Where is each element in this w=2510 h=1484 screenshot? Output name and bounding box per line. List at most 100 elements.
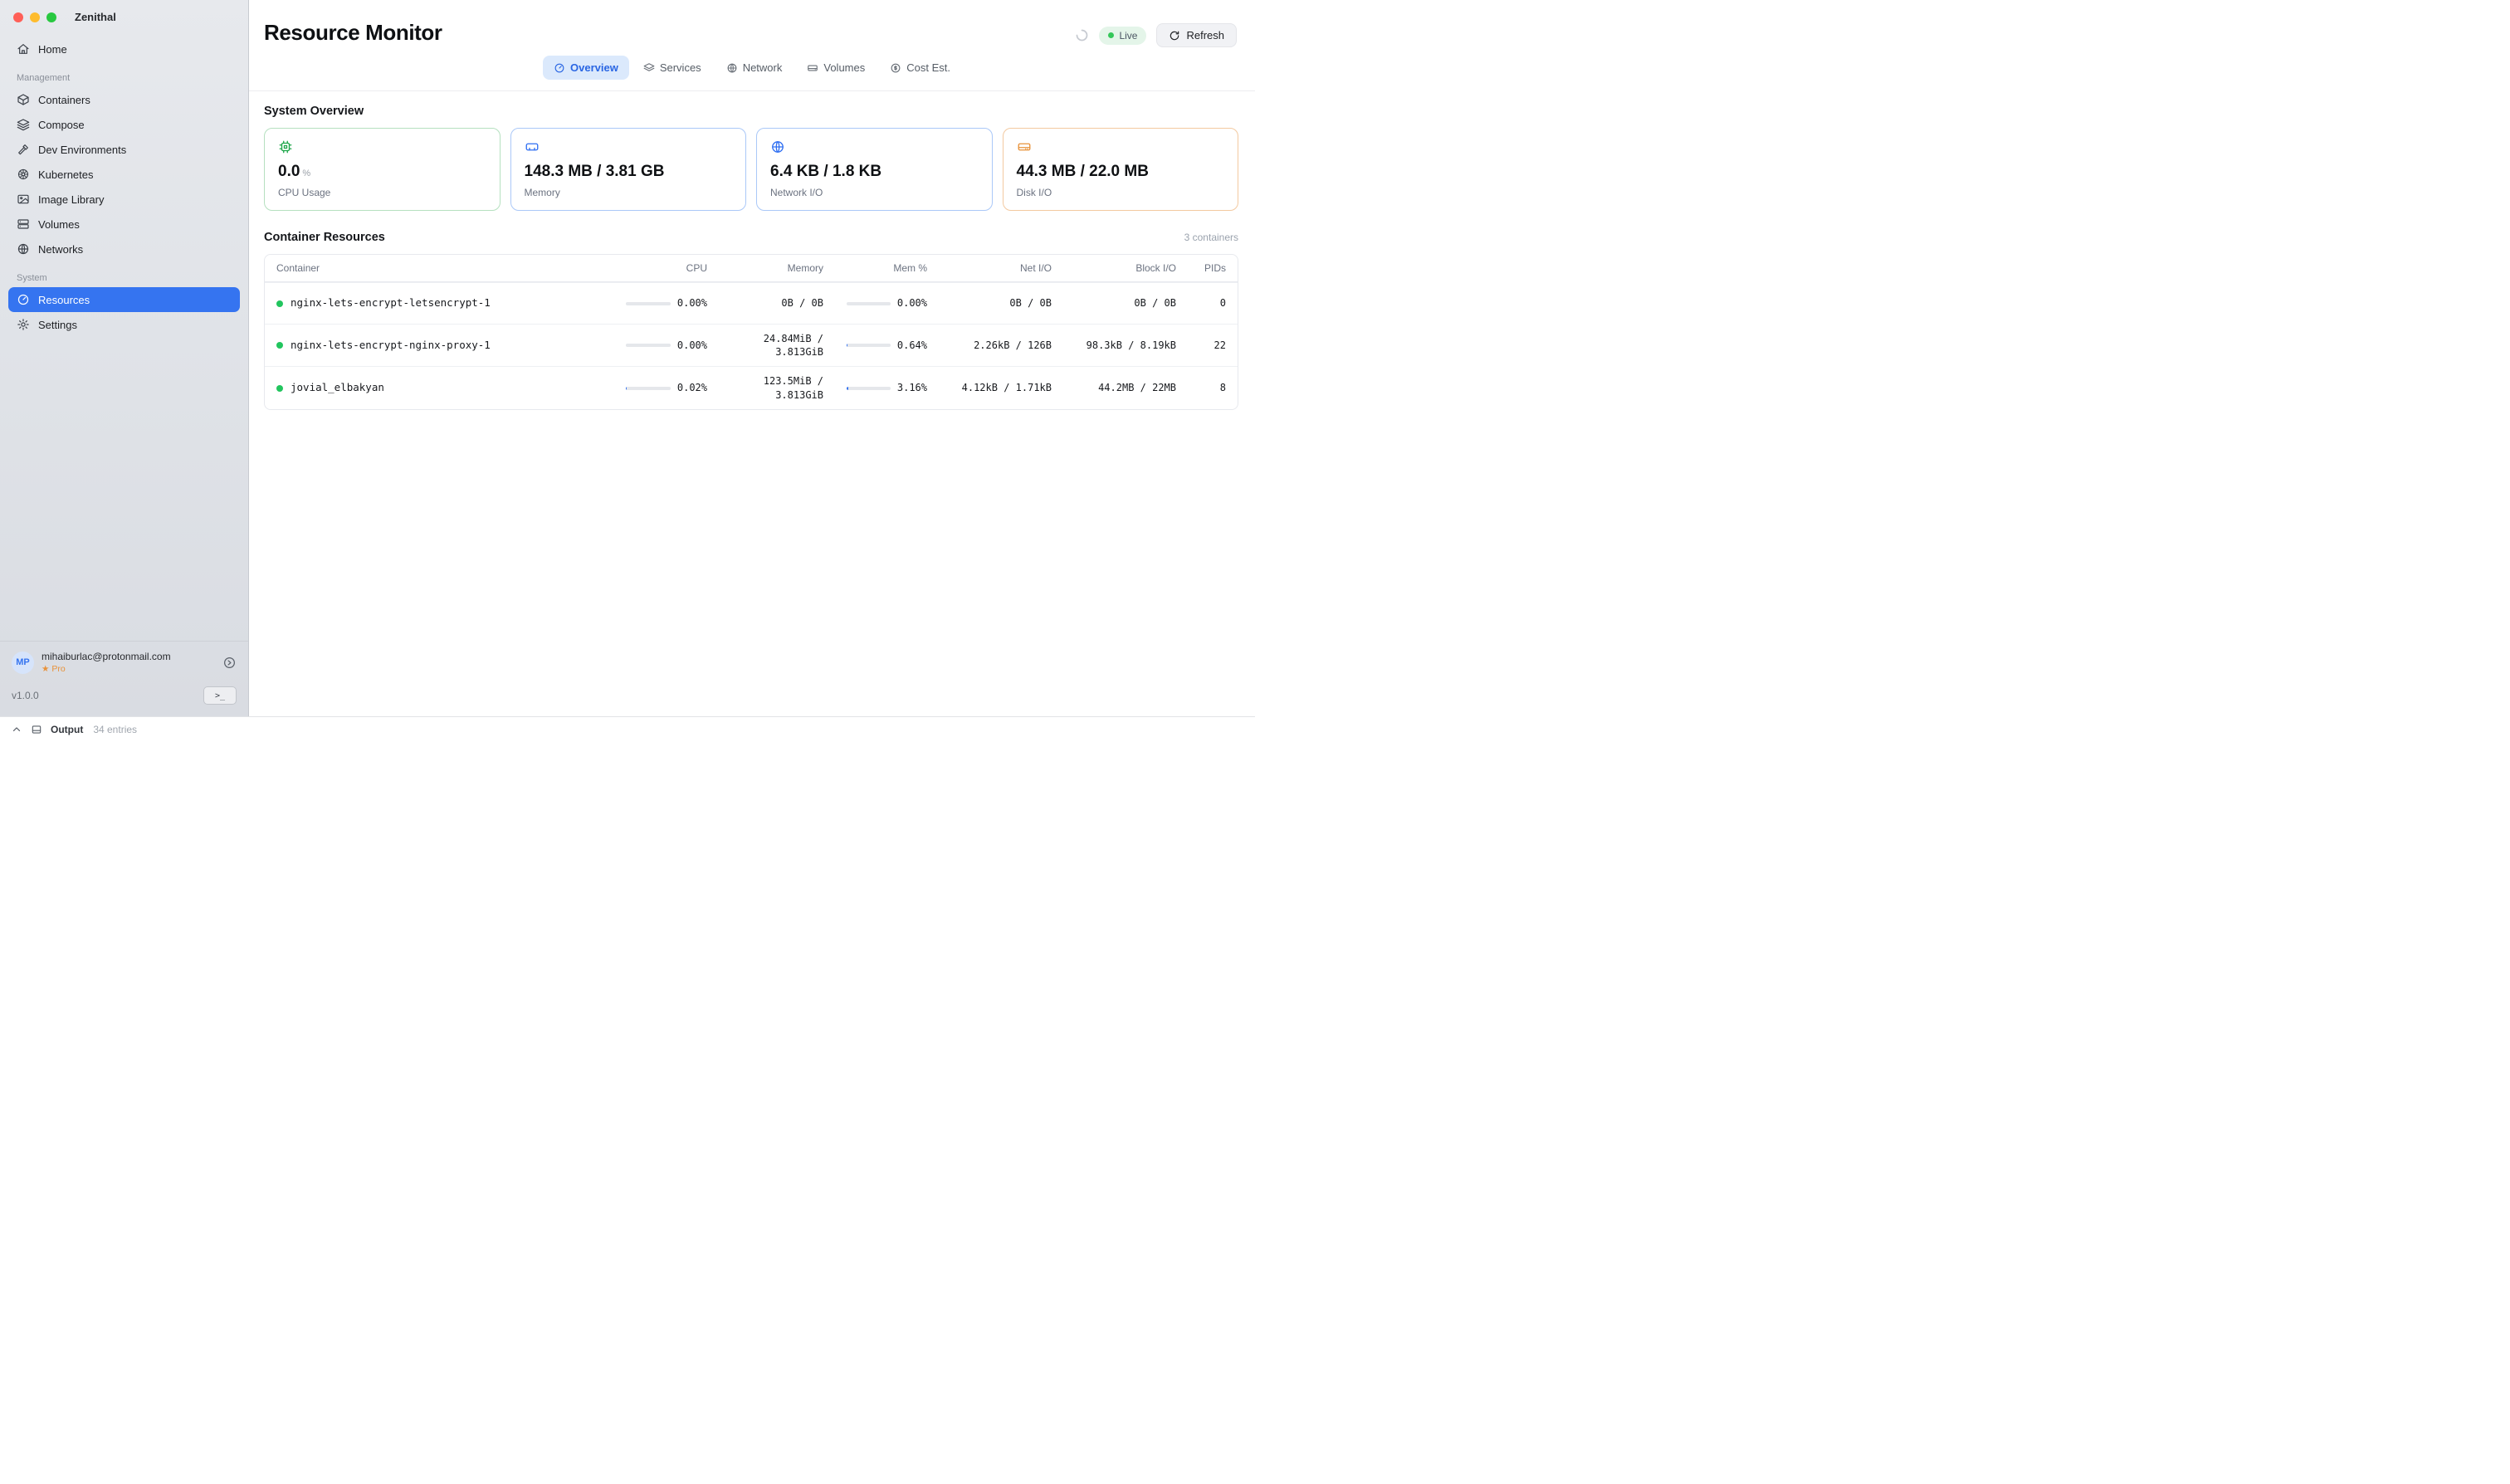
- live-label: Live: [1119, 30, 1137, 41]
- cpu-value: 0.00%: [677, 339, 707, 352]
- terminal-button[interactable]: >_: [203, 686, 237, 705]
- network-io-value: 6.4 KB / 1.8 KB: [770, 163, 979, 181]
- sidebar-item-settings[interactable]: Settings: [8, 312, 240, 337]
- mem-pct-cell: 3.16%: [835, 373, 939, 402]
- gear-icon: [17, 318, 30, 331]
- sidebar-item-resources[interactable]: Resources: [8, 287, 240, 312]
- page-title: Resource Monitor: [264, 20, 442, 46]
- chevron-up-icon[interactable]: [11, 724, 22, 735]
- container-resources-header: Container Resources 3 containers: [264, 231, 1238, 244]
- table-row[interactable]: nginx-lets-encrypt-letsencrypt-1 0.00% 0…: [265, 282, 1238, 324]
- avatar: MP: [12, 652, 34, 674]
- header-actions: Live Refresh: [1075, 23, 1237, 47]
- network-io-label: Network I/O: [770, 187, 979, 198]
- refresh-button[interactable]: Refresh: [1156, 23, 1237, 47]
- tab-services[interactable]: Services: [632, 56, 712, 80]
- main-row: Zenithal Home Management Containers Comp…: [0, 0, 1255, 716]
- hammer-icon: [17, 143, 30, 156]
- tab-label: Services: [660, 61, 701, 74]
- version-label: v1.0.0: [12, 690, 39, 701]
- helm-wheel-icon: [17, 168, 30, 181]
- cpu-usage-card: 0.0% CPU Usage: [264, 128, 501, 211]
- output-panel-icon: [31, 724, 42, 735]
- container-name: jovial_elbakyan: [291, 381, 384, 395]
- mem-pct-cell: 0.64%: [835, 331, 939, 359]
- sidebar-item-label: Settings: [38, 319, 77, 331]
- sidebar-nav: Home Management Containers Compose Dev E…: [0, 32, 248, 337]
- sidebar-item-volumes[interactable]: Volumes: [8, 212, 240, 237]
- mem-pct-value: 0.64%: [897, 339, 927, 352]
- memory-label: Memory: [525, 187, 733, 198]
- network-io-card: 6.4 KB / 1.8 KB Network I/O: [756, 128, 993, 211]
- sidebar-item-label: Dev Environments: [38, 144, 126, 156]
- sidebar-item-dev-environments[interactable]: Dev Environments: [8, 137, 240, 162]
- zoom-window-button[interactable]: [46, 12, 56, 22]
- titlebar: Zenithal: [0, 0, 248, 32]
- minimize-window-button[interactable]: [30, 12, 40, 22]
- disk-io-card: 44.3 MB / 22.0 MB Disk I/O: [1003, 128, 1239, 211]
- cpu-cell: 0.00%: [594, 331, 719, 359]
- sidebar-item-networks[interactable]: Networks: [8, 237, 240, 261]
- account-action-icon: [222, 656, 237, 670]
- loading-spinner-icon: [1075, 28, 1089, 42]
- cpu-value: 0.02%: [677, 381, 707, 394]
- column-header-net-io: Net I/O: [939, 255, 1063, 281]
- mem-progress-bar: [847, 302, 891, 305]
- memory-card: 148.3 MB / 3.81 GB Memory: [510, 128, 747, 211]
- version-row: v1.0.0 >_: [0, 681, 248, 716]
- sidebar-item-compose[interactable]: Compose: [8, 112, 240, 137]
- user-meta: mihaiburlac@protonmail.com ★Pro: [42, 651, 171, 674]
- globe-icon: [726, 62, 738, 74]
- running-status-icon: [276, 300, 283, 307]
- column-header-mem-pct: Mem %: [835, 255, 939, 281]
- table-row[interactable]: nginx-lets-encrypt-nginx-proxy-1 0.00% 2…: [265, 324, 1238, 366]
- sidebar-item-containers[interactable]: Containers: [8, 87, 240, 112]
- image-icon: [17, 193, 30, 206]
- output-bar[interactable]: Output 34 entries: [0, 716, 1255, 742]
- sidebar-section-system: System: [8, 261, 240, 287]
- sidebar-item-home[interactable]: Home: [8, 37, 240, 61]
- disk-io-value: 44.3 MB / 22.0 MB: [1017, 163, 1225, 181]
- user-plan-label: Pro: [51, 664, 65, 674]
- sidebar-footer: MP mihaiburlac@protonmail.com ★Pro v1.0.…: [0, 641, 248, 716]
- cpu-cell: 0.00%: [594, 289, 719, 317]
- cpu-usage-value: 0.0%: [278, 163, 486, 181]
- block-io-cell: 44.2MB / 22MB: [1063, 373, 1188, 402]
- cpu-progress-bar: [626, 302, 671, 305]
- account-action-button[interactable]: [222, 656, 237, 670]
- column-header-memory: Memory: [719, 255, 835, 281]
- cpu-chip-icon: [278, 139, 486, 154]
- tab-network[interactable]: Network: [715, 56, 794, 80]
- refresh-label: Refresh: [1186, 29, 1224, 41]
- tab-label: Volumes: [823, 61, 865, 74]
- sidebar-item-label: Networks: [38, 243, 83, 256]
- tab-cost-est[interactable]: Cost Est.: [879, 56, 961, 80]
- sidebar-item-label: Home: [38, 43, 67, 56]
- system-overview-heading: System Overview: [264, 105, 1238, 118]
- memory-cell: 123.5MiB / 3.813GiB: [719, 367, 835, 408]
- dollar-circle-icon: [890, 62, 901, 74]
- container-name-cell: nginx-lets-encrypt-nginx-proxy-1: [265, 331, 594, 360]
- hard-drive-icon: [1017, 139, 1225, 154]
- sidebar-item-kubernetes[interactable]: Kubernetes: [8, 162, 240, 187]
- pids-cell: 8: [1188, 373, 1238, 402]
- box-icon: [17, 93, 30, 106]
- tab-volumes[interactable]: Volumes: [796, 56, 876, 80]
- block-io-cell: 98.3kB / 8.19kB: [1063, 331, 1188, 359]
- table-header-row: Container CPU Memory Mem % Net I/O Block…: [265, 255, 1238, 282]
- output-entries-count: 34 entries: [93, 724, 137, 735]
- block-io-cell: 0B / 0B: [1063, 289, 1188, 317]
- column-header-pids: PIDs: [1188, 255, 1238, 281]
- pids-cell: 22: [1188, 331, 1238, 359]
- sidebar-item-label: Containers: [38, 94, 90, 106]
- close-window-button[interactable]: [13, 12, 23, 22]
- tab-overview[interactable]: Overview: [543, 56, 629, 80]
- sidebar-item-label: Image Library: [38, 193, 104, 206]
- pro-star-icon: ★: [42, 664, 49, 674]
- sidebar-item-image-library[interactable]: Image Library: [8, 187, 240, 212]
- user-email: mihaiburlac@protonmail.com: [42, 651, 171, 662]
- gauge-icon: [17, 293, 30, 306]
- table-row[interactable]: jovial_elbakyan 0.02% 123.5MiB / 3.813Gi…: [265, 366, 1238, 408]
- pids-cell: 0: [1188, 289, 1238, 317]
- output-label: Output: [51, 724, 83, 735]
